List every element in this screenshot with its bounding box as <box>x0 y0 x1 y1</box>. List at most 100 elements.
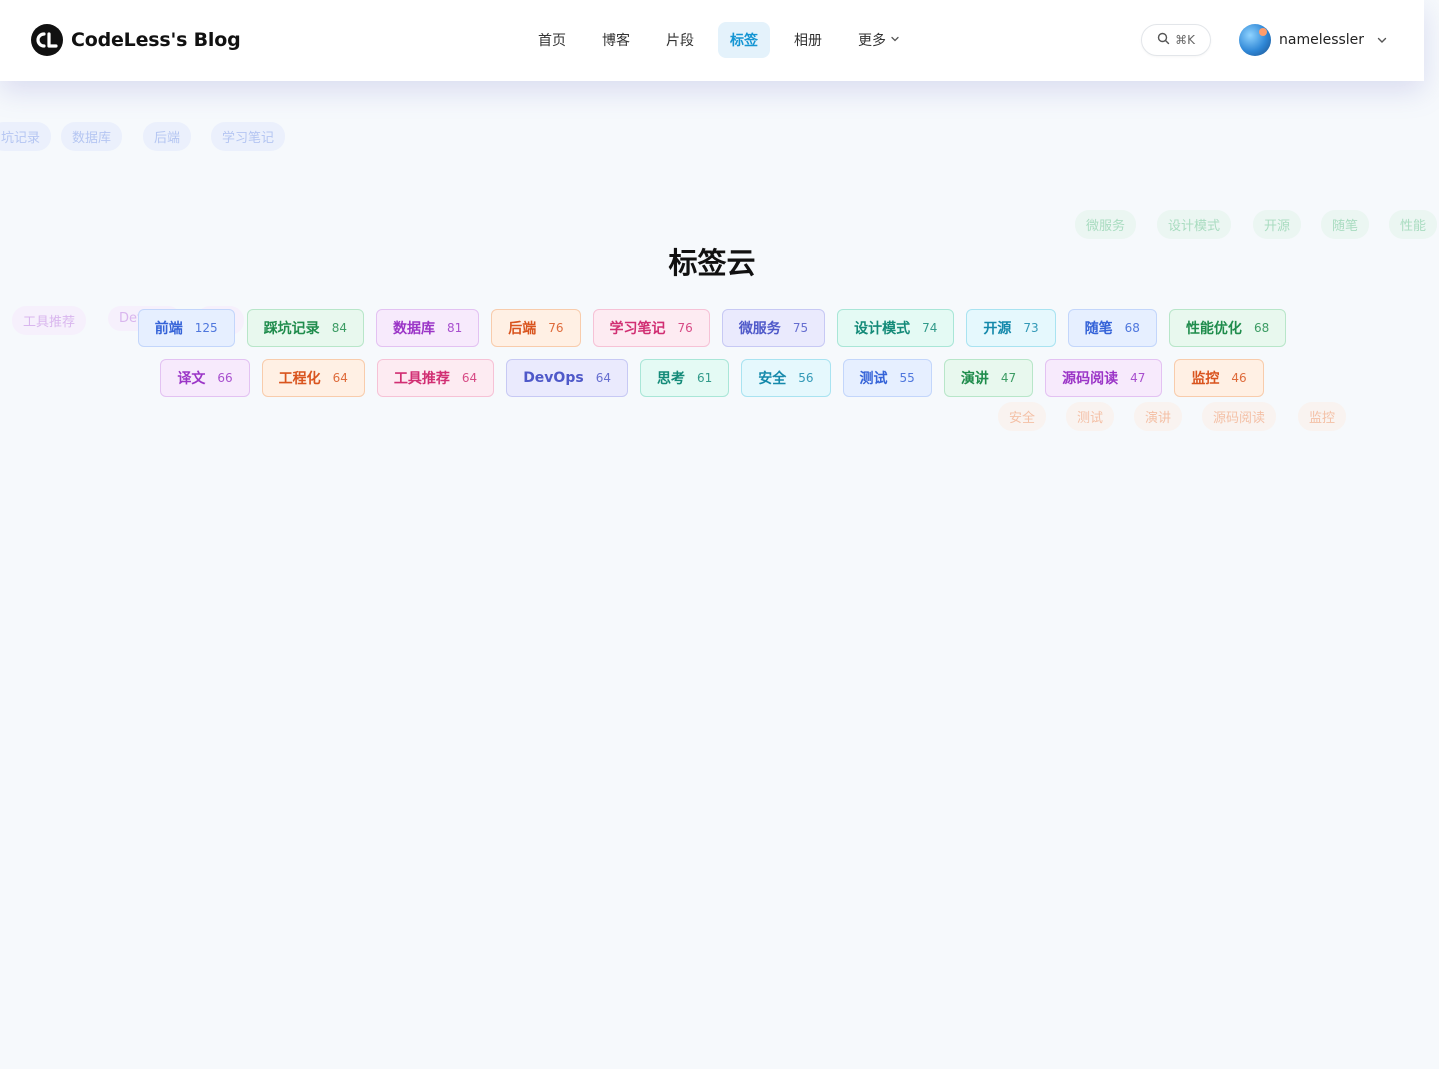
tag-count: 64 <box>595 371 611 385</box>
tag-chip[interactable]: 演讲 47 <box>943 359 1034 397</box>
floating-tag: 设计模式 <box>1157 210 1232 239</box>
tag-chip[interactable]: 学习笔记 76 <box>592 309 710 347</box>
tag-count: 84 <box>331 321 347 335</box>
tag-count: 64 <box>461 371 478 385</box>
tag-chip[interactable]: 译文 66 <box>160 359 250 397</box>
floating-tag: 随笔 <box>1321 210 1370 239</box>
tag-chip[interactable]: 性能优化 68 <box>1168 309 1287 347</box>
page-title: 标签云 <box>668 246 756 280</box>
tag-count: 56 <box>798 371 814 385</box>
nav-item-album[interactable]: 相册 <box>782 22 834 58</box>
tag-chip[interactable]: 工具推荐 64 <box>376 359 495 397</box>
tag-count: 125 <box>194 321 218 335</box>
chevron-down-icon <box>890 32 900 48</box>
floating-tag: 数据库 <box>61 122 123 151</box>
tag-chip[interactable]: 微服务 75 <box>721 309 826 347</box>
tag-count: 74 <box>922 321 938 335</box>
username: namelessler <box>1279 32 1365 48</box>
tag-chip[interactable]: 踩坑记录 84 <box>246 309 364 347</box>
brand-name: CodeLess's Blog <box>71 29 241 51</box>
tag-name: 随笔 <box>1084 321 1113 337</box>
tag-name: 思考 <box>656 371 685 387</box>
tag-name: 译文 <box>177 371 206 387</box>
tag-chip[interactable]: 随笔 68 <box>1067 309 1157 347</box>
cl-logo-icon <box>31 24 63 56</box>
nav-item-more[interactable]: 更多 <box>846 22 912 58</box>
tag-name: 工具推荐 <box>393 371 450 387</box>
tag-name: 踩坑记录 <box>263 321 320 337</box>
top-navbar: CodeLess's Blog 首页 博客 片段 标签 相册 更多 ⌘K nam… <box>0 0 1424 81</box>
tag-name: 安全 <box>758 371 787 387</box>
nav-item-home[interactable]: 首页 <box>526 22 578 58</box>
tag-chip[interactable]: 数据库 81 <box>375 309 480 347</box>
nav-label: 片段 <box>666 33 694 49</box>
search-shortcut: ⌘K <box>1175 33 1195 47</box>
tag-count: 68 <box>1124 321 1140 335</box>
nav-label: 标签 <box>730 33 758 49</box>
tag-cloud-row-2: 译文 66 工程化 64 工具推荐 64 DevOps 64 思考 61 安全 56 测试 55 演讲 47 源… <box>0 359 1424 397</box>
tag-name: 学习笔记 <box>609 321 666 337</box>
tag-chip[interactable]: 设计模式 74 <box>837 309 955 347</box>
floating-tag: 性能 <box>1389 210 1438 239</box>
floating-tag: 安全 <box>998 402 1047 431</box>
tag-chip[interactable]: 思考 61 <box>639 359 730 397</box>
tag-name: 前端 <box>154 321 183 337</box>
nav-label: 更多 <box>858 33 886 49</box>
tag-count: 76 <box>677 321 693 335</box>
nav-item-blog[interactable]: 博客 <box>590 22 642 58</box>
avatar <box>1239 24 1271 56</box>
brand-link[interactable]: CodeLess's Blog <box>31 24 241 56</box>
floating-tag: 开源 <box>1253 210 1302 239</box>
tag-name: 源码阅读 <box>1062 371 1119 387</box>
tag-chip[interactable]: 测试 55 <box>842 359 932 397</box>
tag-name: 微服务 <box>738 321 781 337</box>
tag-name: 工程化 <box>278 371 321 387</box>
nav-label: 相册 <box>794 33 822 49</box>
search-icon <box>1157 32 1175 48</box>
tag-name: 测试 <box>859 371 888 387</box>
tag-name: 设计模式 <box>854 321 911 337</box>
floating-tag: 微服务 <box>1075 210 1137 239</box>
tag-count: 64 <box>332 371 348 385</box>
tag-chip[interactable]: DevOps 64 <box>506 359 628 397</box>
tag-count: 47 <box>1000 371 1017 385</box>
floating-tag: 监控 <box>1298 402 1347 431</box>
nav-item-tags[interactable]: 标签 <box>718 22 770 58</box>
tag-chip[interactable]: 监控 46 <box>1174 359 1264 397</box>
main-nav: 首页 博客 片段 标签 相册 更多 <box>526 22 924 58</box>
nav-item-snippets[interactable]: 片段 <box>654 22 706 58</box>
page: CodeLess's Blog 首页 博客 片段 标签 相册 更多 ⌘K nam… <box>0 0 1439 1069</box>
tag-name: 后端 <box>508 321 537 337</box>
nav-label: 首页 <box>538 33 566 49</box>
tag-chip[interactable]: 工程化 64 <box>261 359 365 397</box>
tag-name: 监控 <box>1191 371 1220 387</box>
floating-tag: 坑记录 <box>0 122 52 151</box>
tag-count: 61 <box>696 371 713 385</box>
tag-count: 47 <box>1130 371 1146 385</box>
tag-name: 数据库 <box>392 321 435 337</box>
tag-count: 81 <box>446 321 463 335</box>
tag-name: 开源 <box>983 321 1012 337</box>
tag-count: 73 <box>1023 321 1039 335</box>
tag-count: 76 <box>548 321 564 335</box>
tag-name: DevOps <box>523 370 584 386</box>
tag-count: 75 <box>792 321 809 335</box>
tag-chip[interactable]: 前端 125 <box>137 309 235 347</box>
tag-chip[interactable]: 后端 76 <box>491 309 581 347</box>
tag-count: 46 <box>1231 371 1247 385</box>
chevron-down-icon <box>1376 31 1388 50</box>
search-button[interactable]: ⌘K <box>1141 24 1211 56</box>
tag-chip[interactable]: 源码阅读 47 <box>1045 359 1163 397</box>
floating-tag: 测试 <box>1066 402 1115 431</box>
floating-tag: 后端 <box>143 122 192 151</box>
tag-count: 66 <box>217 371 233 385</box>
tag-chip[interactable]: 开源 73 <box>966 309 1056 347</box>
tag-count: 68 <box>1253 321 1270 335</box>
nav-label: 博客 <box>602 33 630 49</box>
tag-count: 55 <box>899 371 915 385</box>
tag-chip[interactable]: 安全 56 <box>741 359 831 397</box>
floating-tag: 演讲 <box>1134 402 1183 431</box>
user-menu[interactable]: namelessler <box>1239 24 1388 56</box>
tag-cloud-row-1: 前端 125 踩坑记录 84 数据库 81 后端 76 学习笔记 76 微服务 75 设计模式 74 开源 7… <box>0 309 1424 347</box>
tag-name: 性能优化 <box>1185 321 1242 337</box>
